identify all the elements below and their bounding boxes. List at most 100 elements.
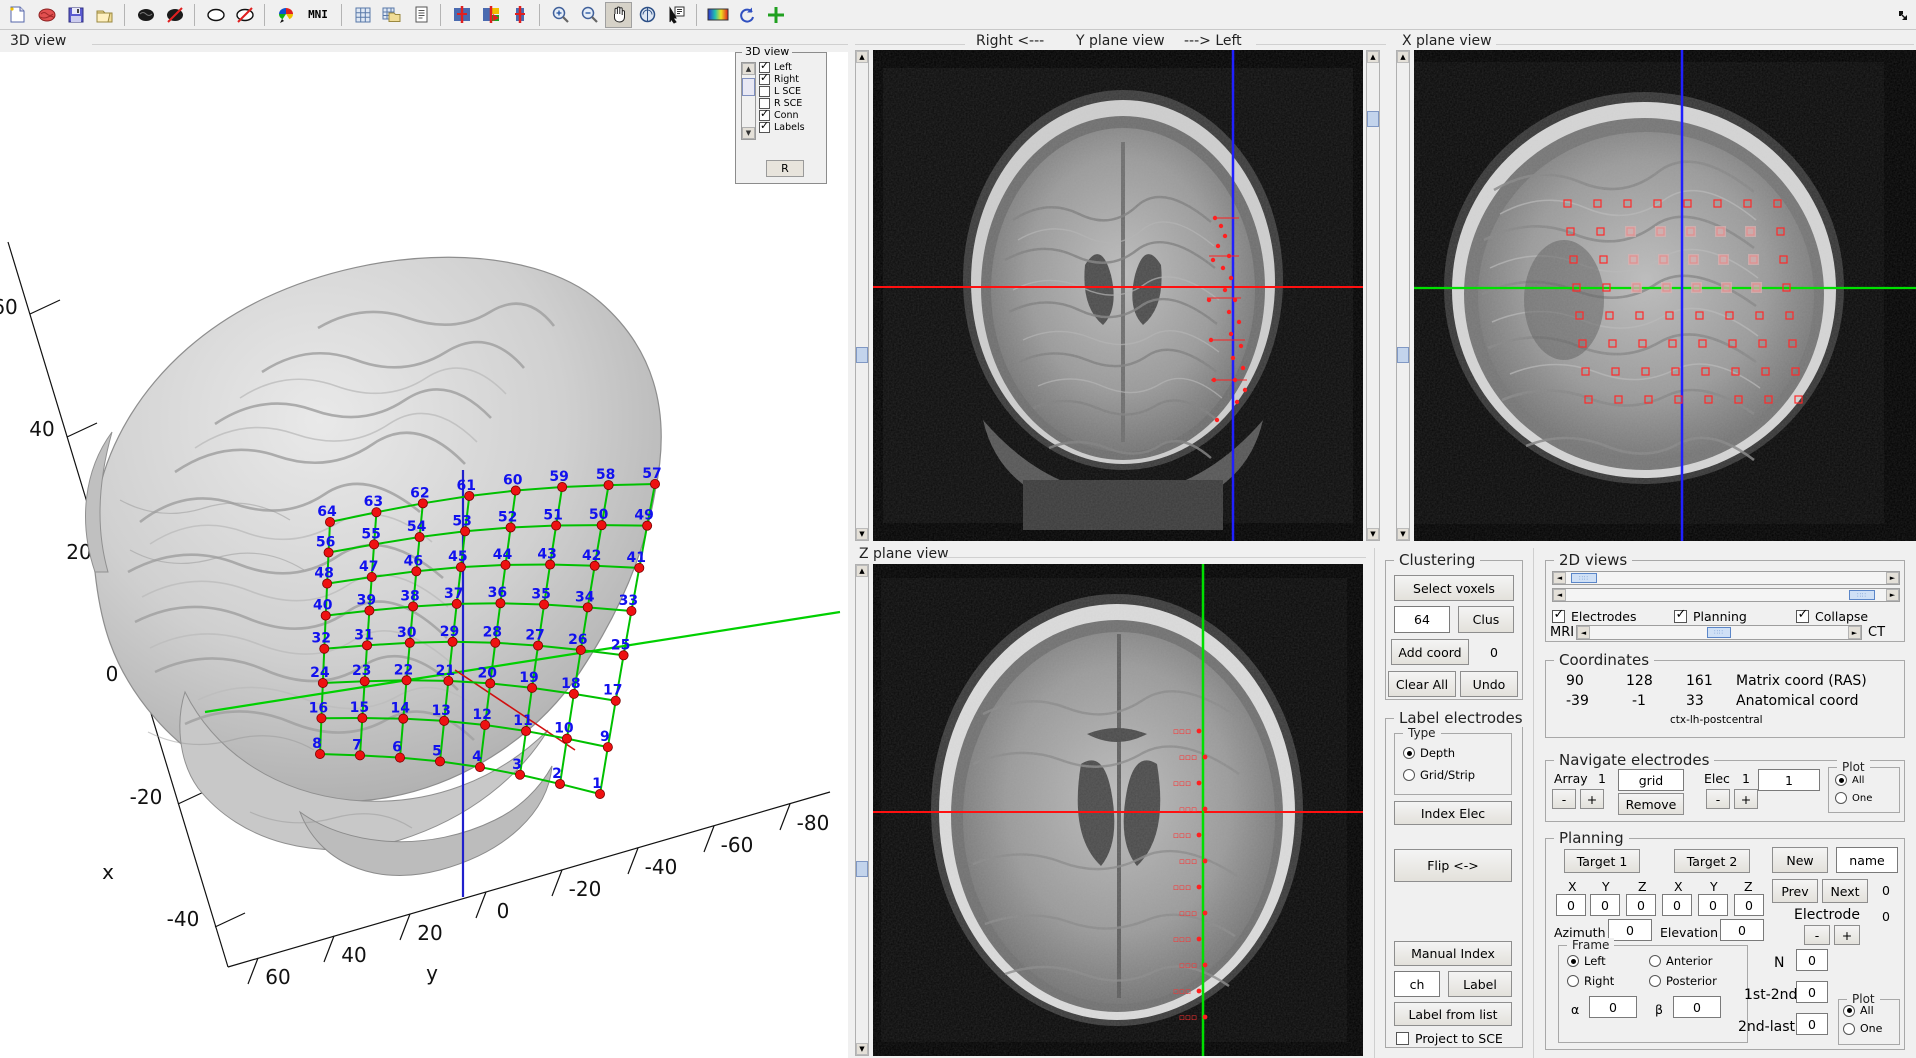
xplane-image[interactable]: [1414, 50, 1916, 541]
view3d-scrollbar[interactable]: ▲ ▼: [741, 62, 756, 140]
open-folder-icon[interactable]: [91, 2, 118, 28]
target2-z-input[interactable]: 0: [1734, 894, 1764, 916]
electrodes-checkbox[interactable]: Electrodes: [1552, 608, 1637, 624]
slider-thumb[interactable]: ∷∷: [1571, 573, 1597, 583]
frame-posterior-radio[interactable]: Posterior: [1649, 974, 1717, 988]
project-to-sce-checkbox[interactable]: Project to SCE: [1396, 1031, 1503, 1046]
slider-left-arrow[interactable]: ◄: [1577, 626, 1590, 639]
slices-icon[interactable]: [448, 2, 475, 28]
electrode-marker[interactable]: [1202, 962, 1208, 968]
slider-right-arrow[interactable]: ►: [1848, 626, 1861, 639]
slider-left-arrow[interactable]: ◄: [1553, 589, 1566, 601]
new-plan-button[interactable]: New: [1772, 847, 1828, 873]
target1-z-input[interactable]: 0: [1626, 894, 1656, 916]
elec-value-input[interactable]: 1: [1758, 769, 1820, 791]
data-cursor-icon[interactable]: [663, 2, 690, 28]
electrode-marker[interactable]: [1202, 754, 1208, 760]
zoom-in-icon[interactable]: [547, 2, 574, 28]
pan-hand-icon[interactable]: [605, 1, 632, 28]
next-button[interactable]: Next: [1822, 879, 1868, 903]
checkbox-box[interactable]: [1396, 1032, 1409, 1045]
navigate-plot-one[interactable]: One: [1835, 792, 1872, 804]
brain-color-icon[interactable]: [272, 2, 299, 28]
array-minus-button[interactable]: -: [1552, 789, 1576, 809]
yplane-image[interactable]: [873, 50, 1363, 541]
brain-load-icon[interactable]: [33, 2, 60, 28]
plan-name-input[interactable]: name: [1836, 847, 1898, 873]
cluster-count-input[interactable]: 64: [1394, 606, 1450, 633]
zplane-scrollbar[interactable]: ▲ ▼: [855, 564, 869, 1056]
slider-right-arrow[interactable]: ►: [1886, 572, 1899, 584]
radio-dot[interactable]: [1403, 769, 1415, 781]
scroll-up-arrow[interactable]: ▲: [1367, 51, 1379, 63]
brain-3d-view[interactable]: 60 40 20 0 -20 -40 x 60: [0, 52, 848, 1058]
scroll-thumb[interactable]: [856, 861, 868, 877]
navigate-plot-all[interactable]: All: [1835, 774, 1864, 786]
rotate-3d-icon[interactable]: [634, 2, 661, 28]
prev-button[interactable]: Prev: [1772, 879, 1818, 903]
manual-index-button[interactable]: Manual Index: [1394, 941, 1512, 966]
refresh-icon[interactable]: [733, 2, 760, 28]
target1-button[interactable]: Target 1: [1564, 849, 1640, 873]
radio-grid-strip[interactable]: Grid/Strip: [1403, 768, 1475, 782]
frame-anterior-radio[interactable]: Anterior: [1649, 954, 1712, 968]
brain-surface-icon[interactable]: [132, 2, 159, 28]
colorbar-icon[interactable]: [704, 2, 731, 28]
scroll-thumb[interactable]: [742, 78, 755, 96]
electrode-marker[interactable]: [1196, 884, 1202, 890]
planning-plot-one[interactable]: One: [1843, 1022, 1882, 1035]
reset-view-button[interactable]: R: [766, 160, 804, 177]
xplane-scrollbar[interactable]: ▲ ▼: [1396, 50, 1410, 541]
radio-dot[interactable]: [1649, 955, 1661, 967]
yplane-scrollbar[interactable]: ▲ ▼: [855, 50, 869, 541]
radio-dot[interactable]: [1649, 975, 1661, 987]
elevation-input[interactable]: 0: [1720, 919, 1764, 941]
zoom-out-icon[interactable]: [576, 2, 603, 28]
mri-ct-blend-slider[interactable]: ◄ ∷∷ ►: [1576, 625, 1862, 640]
checkbox-box[interactable]: [759, 72, 770, 85]
channel-input[interactable]: ch: [1394, 971, 1440, 997]
scroll-down-arrow[interactable]: ▼: [856, 1043, 868, 1055]
slices-color-icon[interactable]: [477, 2, 504, 28]
save-icon[interactable]: [62, 2, 89, 28]
checkbox-box[interactable]: [1796, 608, 1809, 623]
radio-dot[interactable]: [1835, 774, 1847, 786]
radio-dot[interactable]: [1843, 1004, 1855, 1017]
scroll-up-arrow[interactable]: ▲: [1397, 51, 1409, 63]
electrode-marker[interactable]: [1196, 728, 1202, 734]
second-last-input[interactable]: 0: [1796, 1013, 1828, 1035]
planning-plot-all[interactable]: All: [1843, 1004, 1874, 1017]
checkbox-box[interactable]: [759, 86, 770, 97]
select-voxels-button[interactable]: Select voxels: [1394, 575, 1514, 601]
electrode-marker[interactable]: [1196, 936, 1202, 942]
electrode-plus-button[interactable]: +: [1834, 925, 1860, 945]
slider-thumb[interactable]: ∷∷: [1707, 627, 1731, 638]
target1-y-input[interactable]: 0: [1590, 894, 1620, 916]
planning-checkbox[interactable]: Planning: [1674, 608, 1747, 624]
checkbox-box[interactable]: [1674, 608, 1687, 623]
scroll-down-arrow[interactable]: ▼: [856, 528, 868, 540]
collapse-checkbox[interactable]: Collapse: [1796, 608, 1868, 624]
electrode-marker[interactable]: [1202, 910, 1208, 916]
slider-left-arrow[interactable]: ◄: [1553, 572, 1566, 584]
new-file-icon[interactable]: [4, 2, 31, 28]
add-coord-button[interactable]: Add coord: [1391, 639, 1469, 665]
target2-x-input[interactable]: 0: [1662, 894, 1692, 916]
view3d-checkbox-lsce[interactable]: L SCE: [759, 86, 805, 97]
checkbox-box[interactable]: [759, 120, 770, 133]
hull-off-icon[interactable]: [231, 2, 258, 28]
views2d-slider-bottom[interactable]: ◄ ∷∷ ►: [1552, 588, 1900, 602]
scroll-up-arrow[interactable]: ▲: [742, 63, 755, 75]
radio-dot[interactable]: [1567, 955, 1579, 967]
target1-x-input[interactable]: 0: [1556, 894, 1586, 916]
mni-label[interactable]: MNI: [301, 2, 335, 28]
target2-button[interactable]: Target 2: [1674, 849, 1750, 873]
scroll-up-arrow[interactable]: ▲: [856, 51, 868, 63]
label-button[interactable]: Label: [1448, 971, 1512, 997]
slider-thumb[interactable]: ∷∷: [1849, 590, 1875, 600]
clus-button[interactable]: Clus: [1458, 606, 1514, 633]
scroll-thumb[interactable]: [1397, 347, 1409, 363]
electrode-minus-button[interactable]: -: [1804, 925, 1830, 945]
array-plus-button[interactable]: +: [1580, 789, 1604, 809]
elec-plus-button[interactable]: +: [1734, 789, 1758, 809]
